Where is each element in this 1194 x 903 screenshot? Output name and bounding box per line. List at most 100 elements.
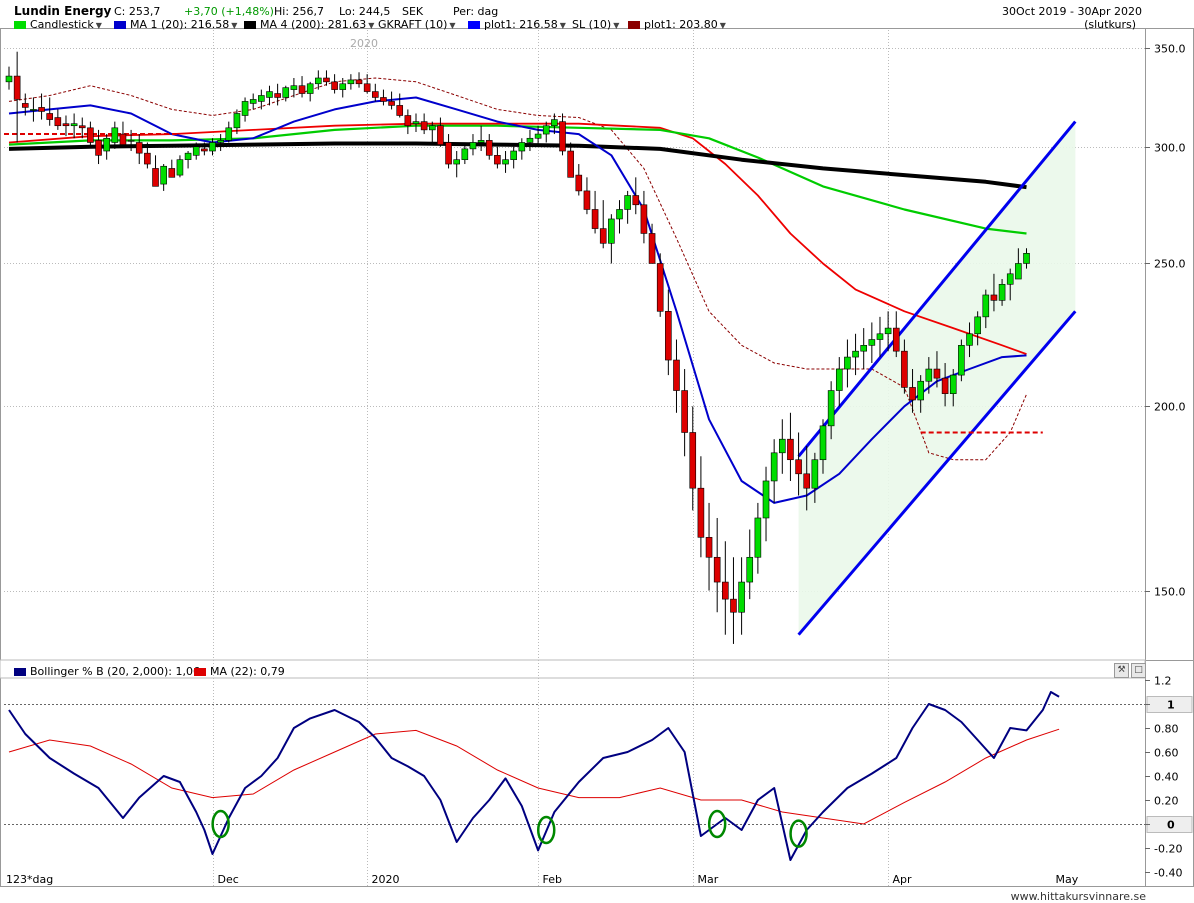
candle-body bbox=[656, 263, 664, 312]
legend-plot1-red[interactable]: plot1: 203.80 ▼ bbox=[628, 18, 726, 31]
candle-body bbox=[835, 368, 843, 391]
candle-body bbox=[542, 125, 550, 135]
chevron-down-icon[interactable]: ▼ bbox=[720, 21, 726, 30]
candle-body bbox=[941, 377, 949, 394]
maximize-icon[interactable]: □ bbox=[1131, 663, 1146, 678]
ticker-title: Lundin Energy bbox=[14, 4, 112, 18]
candle-body bbox=[876, 333, 884, 340]
candle-body bbox=[176, 159, 184, 176]
candle-body bbox=[697, 487, 705, 538]
legend-sl[interactable]: SL (10) ▼ bbox=[572, 18, 619, 31]
candle-body bbox=[795, 459, 802, 475]
y-tick-label: 1 bbox=[1167, 699, 1175, 712]
candle-body bbox=[78, 125, 86, 129]
candle-body bbox=[860, 345, 868, 352]
y-tick-label: 300.0 bbox=[1154, 142, 1186, 155]
x-tick-label: Dec bbox=[218, 873, 239, 886]
series-line-3 bbox=[8, 122, 1027, 355]
candle-body bbox=[119, 133, 127, 145]
candle-body bbox=[722, 581, 729, 600]
candle-body bbox=[371, 91, 379, 98]
legend-label: Bollinger % B (20, 2,000): 1,06 bbox=[30, 665, 200, 678]
candle-body bbox=[949, 374, 957, 394]
legend-plot1-blue[interactable]: plot1: 216.58 ▼ bbox=[468, 18, 566, 31]
candle-body bbox=[738, 581, 745, 613]
candle-body bbox=[819, 425, 827, 461]
candle-body bbox=[990, 294, 998, 301]
candle-body bbox=[1006, 273, 1014, 285]
candle-body bbox=[217, 140, 224, 143]
candle-body bbox=[632, 195, 640, 206]
candle-body bbox=[225, 127, 233, 141]
candle-body bbox=[673, 359, 680, 391]
y-tick-label: 0.80 bbox=[1154, 723, 1179, 736]
candle-body bbox=[762, 480, 770, 519]
candle-body bbox=[909, 387, 916, 401]
x-tick-label: May bbox=[1056, 873, 1079, 886]
candle-body bbox=[567, 150, 574, 178]
candle-body bbox=[705, 537, 713, 558]
legend-swatch bbox=[244, 21, 256, 29]
legend-gkraft[interactable]: GKRAFT (10) ▼ bbox=[378, 18, 456, 31]
candle-body bbox=[884, 327, 892, 335]
candle-body bbox=[21, 103, 29, 108]
legend-bollinger-ma[interactable]: MA (22): 0,79 bbox=[194, 665, 285, 678]
candle-body bbox=[192, 146, 200, 156]
legend-label: MA 1 (20): 216.58 bbox=[130, 18, 230, 31]
change-value: +3,70 (+1,48%) bbox=[184, 5, 274, 18]
date-range: 30Oct 2019 - 30Apr 2020 bbox=[1002, 5, 1142, 18]
chart-stage: Dec 2020 Feb Mar Apr May 150.0 200.0 250.0 300.0 3… bbox=[0, 0, 1194, 903]
candle-body bbox=[616, 209, 623, 220]
candle-body bbox=[331, 81, 338, 90]
chevron-down-icon[interactable]: ▼ bbox=[231, 21, 237, 30]
candle-body bbox=[559, 121, 566, 152]
candle-body bbox=[624, 195, 631, 210]
candle-body bbox=[144, 152, 151, 165]
y-tick-label: 150.0 bbox=[1154, 586, 1186, 599]
candle-body bbox=[599, 228, 607, 244]
candle-body bbox=[13, 75, 21, 100]
candle-body bbox=[46, 113, 54, 120]
candle-body bbox=[746, 556, 754, 583]
wrench-icon[interactable]: ⚒ bbox=[1114, 663, 1129, 678]
candle-body bbox=[966, 333, 973, 346]
legend-label: plot1: 216.58 bbox=[484, 18, 558, 31]
candle-body bbox=[152, 168, 159, 187]
candle-body bbox=[274, 93, 281, 98]
candle-body bbox=[770, 452, 778, 482]
candle-body bbox=[54, 117, 62, 127]
candle-body bbox=[477, 140, 485, 143]
candle-body bbox=[648, 233, 656, 264]
candle-body bbox=[347, 79, 355, 85]
y-tick-label: 350.0 bbox=[1154, 43, 1186, 56]
candle-body bbox=[485, 140, 493, 156]
candle-body bbox=[62, 123, 70, 127]
chevron-down-icon[interactable]: ▼ bbox=[96, 21, 102, 30]
chevron-down-icon[interactable]: ▼ bbox=[560, 21, 566, 30]
candle-body bbox=[852, 350, 859, 358]
candle-body bbox=[811, 459, 819, 489]
chevron-down-icon[interactable]: ▼ bbox=[449, 21, 455, 30]
legend-label: Candlestick bbox=[30, 18, 94, 31]
chevron-down-icon[interactable]: ▼ bbox=[613, 21, 619, 30]
candle-body bbox=[420, 121, 428, 131]
candle-body bbox=[608, 218, 615, 244]
legend-ma20[interactable]: MA 1 (20): 216.58 ▼ bbox=[114, 18, 237, 31]
candle-body bbox=[526, 137, 534, 143]
candle-body bbox=[323, 77, 330, 83]
high-value: Hi: 256,7 bbox=[274, 5, 325, 18]
candle-body bbox=[339, 83, 347, 90]
legend-ma200[interactable]: MA 4 (200): 281.63 ▼ bbox=[244, 18, 374, 31]
chevron-down-icon[interactable]: ▼ bbox=[368, 21, 374, 30]
candle-body bbox=[958, 345, 965, 376]
candle-body bbox=[201, 148, 208, 152]
legend-swatch bbox=[14, 21, 26, 29]
candle-body bbox=[730, 598, 737, 613]
sub-panel-frame bbox=[0, 660, 1194, 887]
candle-body bbox=[249, 99, 257, 104]
legend-candlestick[interactable]: Candlestick ▼ bbox=[14, 18, 102, 31]
chart-svg[interactable]: Dec 2020 Feb Mar Apr May 150.0 200.0 250.0 300.0 3… bbox=[0, 0, 1194, 902]
x-tick-label: Apr bbox=[893, 873, 913, 886]
candle-body bbox=[933, 368, 941, 379]
legend-bollinger[interactable]: Bollinger % B (20, 2,000): 1,06 bbox=[14, 665, 200, 678]
